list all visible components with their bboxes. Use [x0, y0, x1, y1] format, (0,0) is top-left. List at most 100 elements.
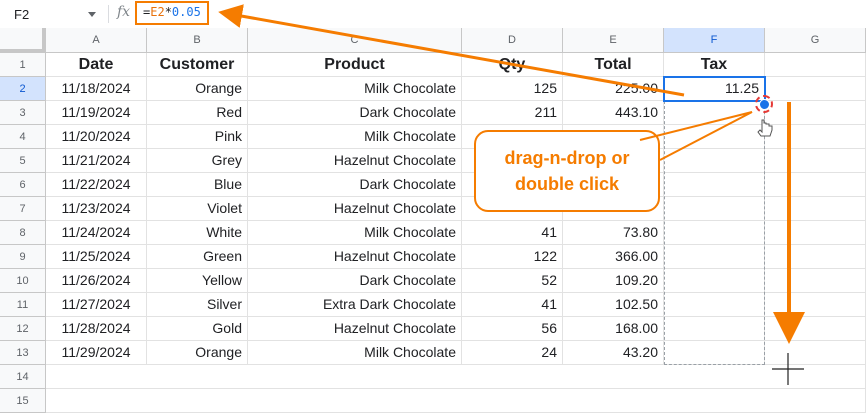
cell-date[interactable]: 11/19/2024	[46, 101, 147, 125]
cell-qty[interactable]: 125	[462, 77, 563, 101]
cell-tax[interactable]	[664, 317, 765, 341]
name-box[interactable]: F2	[6, 3, 101, 25]
row-header-12[interactable]: 12	[0, 317, 46, 341]
cell-customer[interactable]: Orange	[147, 77, 248, 101]
cell-product[interactable]: Extra Dark Chocolate	[248, 293, 462, 317]
row-header-2[interactable]: 2	[0, 77, 46, 101]
cell-tax[interactable]	[664, 341, 765, 365]
cell-tax[interactable]	[664, 221, 765, 245]
cell-customer[interactable]: Grey	[147, 149, 248, 173]
cell-date[interactable]: 11/18/2024	[46, 77, 147, 101]
cell-date[interactable]: 11/28/2024	[46, 317, 147, 341]
cell-total[interactable]: 366.00	[563, 245, 664, 269]
cell-product[interactable]: Dark Chocolate	[248, 269, 462, 293]
cell-total[interactable]: 43.20	[563, 341, 664, 365]
row-header-9[interactable]: 9	[0, 245, 46, 269]
cell-tax[interactable]	[664, 125, 765, 149]
cell-qty[interactable]: 41	[462, 293, 563, 317]
cell-customer[interactable]: Pink	[147, 125, 248, 149]
cell-total[interactable]: 102.50	[563, 293, 664, 317]
column-header-b[interactable]: B	[147, 28, 248, 53]
cell-qty[interactable]: 52	[462, 269, 563, 293]
cell-g[interactable]	[765, 317, 866, 341]
formula-input[interactable]: =E2*0.05	[135, 1, 209, 25]
cell-date[interactable]: 11/29/2024	[46, 341, 147, 365]
cell-date[interactable]: 11/23/2024	[46, 197, 147, 221]
cell-total[interactable]: 168.00	[563, 317, 664, 341]
empty-row-15[interactable]	[46, 389, 866, 413]
header-date[interactable]: Date	[46, 53, 147, 77]
cell-customer[interactable]: Yellow	[147, 269, 248, 293]
cell-qty[interactable]: 56	[462, 317, 563, 341]
cell-product[interactable]: Milk Chocolate	[248, 77, 462, 101]
cell-date[interactable]: 11/24/2024	[46, 221, 147, 245]
cell-product[interactable]: Dark Chocolate	[248, 101, 462, 125]
header-customer[interactable]: Customer	[147, 53, 248, 77]
row-header-15[interactable]: 15	[0, 389, 46, 413]
row-header-7[interactable]: 7	[0, 197, 46, 221]
cell-g[interactable]	[765, 221, 866, 245]
column-header-e[interactable]: E	[563, 28, 664, 53]
cell-product[interactable]: Hazelnut Chocolate	[248, 197, 462, 221]
column-header-a[interactable]: A	[46, 28, 147, 53]
row-header-5[interactable]: 5	[0, 149, 46, 173]
row-header-3[interactable]: 3	[0, 101, 46, 125]
cell-product[interactable]: Milk Chocolate	[248, 125, 462, 149]
row-header-8[interactable]: 8	[0, 221, 46, 245]
cell-customer[interactable]: Violet	[147, 197, 248, 221]
cell-date[interactable]: 11/27/2024	[46, 293, 147, 317]
header-qty[interactable]: Qty	[462, 53, 563, 77]
cell-tax[interactable]	[664, 149, 765, 173]
header-total[interactable]: Total	[563, 53, 664, 77]
cell-total[interactable]: 443.10	[563, 101, 664, 125]
cell-tax[interactable]	[664, 173, 765, 197]
cell-qty[interactable]: 211	[462, 101, 563, 125]
cell-customer[interactable]: Green	[147, 245, 248, 269]
cell-date[interactable]: 11/20/2024	[46, 125, 147, 149]
cell-total[interactable]: 73.80	[563, 221, 664, 245]
cell-qty[interactable]: 41	[462, 221, 563, 245]
cell-g[interactable]	[765, 149, 866, 173]
column-header-g[interactable]: G	[765, 28, 866, 53]
cell-tax[interactable]	[664, 245, 765, 269]
cell-date[interactable]: 11/25/2024	[46, 245, 147, 269]
column-header-d[interactable]: D	[462, 28, 563, 53]
row-header-13[interactable]: 13	[0, 341, 46, 365]
empty-row-14[interactable]	[46, 365, 866, 389]
cell-g[interactable]	[765, 77, 866, 101]
cell-product[interactable]: Milk Chocolate	[248, 341, 462, 365]
cell-product[interactable]: Dark Chocolate	[248, 173, 462, 197]
row-header-10[interactable]: 10	[0, 269, 46, 293]
cell-product[interactable]: Milk Chocolate	[248, 221, 462, 245]
cell-date[interactable]: 11/21/2024	[46, 149, 147, 173]
header-product[interactable]: Product	[248, 53, 462, 77]
row-header-6[interactable]: 6	[0, 173, 46, 197]
cell-g[interactable]	[765, 125, 866, 149]
cell-customer[interactable]: Red	[147, 101, 248, 125]
cell-g1[interactable]	[765, 53, 866, 77]
cell-tax[interactable]	[664, 293, 765, 317]
cell-date[interactable]: 11/22/2024	[46, 173, 147, 197]
cell-qty[interactable]: 122	[462, 245, 563, 269]
cell-customer[interactable]: Gold	[147, 317, 248, 341]
cell-tax[interactable]: 11.25	[664, 77, 765, 101]
cell-tax[interactable]	[664, 197, 765, 221]
column-header-c[interactable]: C	[248, 28, 462, 53]
cell-g[interactable]	[765, 245, 866, 269]
cell-g[interactable]	[765, 269, 866, 293]
cell-tax[interactable]	[664, 101, 765, 125]
row-header-1[interactable]: 1	[0, 53, 46, 77]
cell-customer[interactable]: Orange	[147, 341, 248, 365]
header-tax[interactable]: Tax	[664, 53, 765, 77]
cell-customer[interactable]: Silver	[147, 293, 248, 317]
cell-total[interactable]: 225.00	[563, 77, 664, 101]
cell-g[interactable]	[765, 341, 866, 365]
cell-date[interactable]: 11/26/2024	[46, 269, 147, 293]
cell-total[interactable]: 109.20	[563, 269, 664, 293]
cell-product[interactable]: Hazelnut Chocolate	[248, 149, 462, 173]
row-header-14[interactable]: 14	[0, 365, 46, 389]
row-header-4[interactable]: 4	[0, 125, 46, 149]
cell-g[interactable]	[765, 173, 866, 197]
cell-tax[interactable]	[664, 269, 765, 293]
cell-customer[interactable]: Blue	[147, 173, 248, 197]
